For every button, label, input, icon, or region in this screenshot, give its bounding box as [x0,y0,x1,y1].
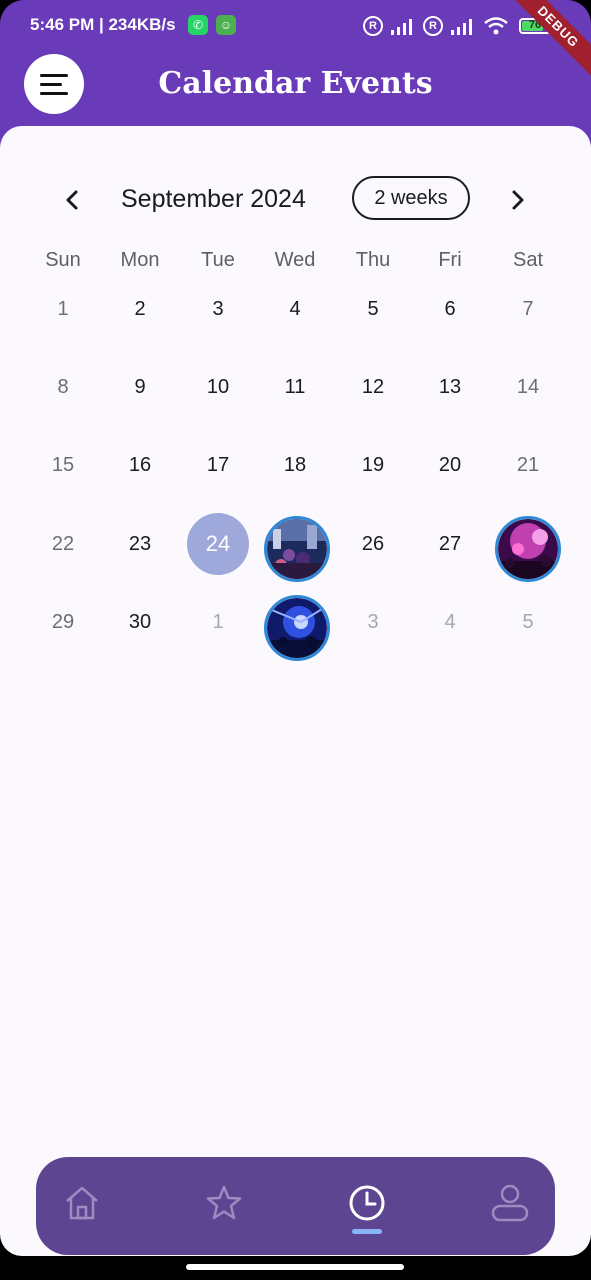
calendar-day[interactable]: 20 [419,434,481,496]
calendar-day[interactable]: 18 [264,434,326,496]
registered-icon-2: R [423,16,443,36]
calendar-day-today[interactable]: 24 [187,513,249,575]
calendar-day-outside[interactable]: 4 [419,591,481,653]
status-time: 5:46 PM | 234KB/s [30,15,176,34]
calendar-day-event[interactable] [495,516,561,582]
screen: 5:46 PM | 234KB/s ✆ ☺ R R 76 DEBUG Calen… [0,0,591,1280]
star-icon [206,1185,242,1220]
calendar-day[interactable]: 29 [32,591,94,653]
calendar-day[interactable]: 19 [342,434,404,496]
whatsapp-icon: ✆ [188,15,208,35]
calendar-day-outside[interactable]: 1 [187,591,249,653]
dow-tue: Tue [201,249,235,271]
page-title: Calendar Events [158,66,433,101]
calendar-day-event[interactable] [264,516,330,582]
format-toggle-button[interactable]: 2 weeks [352,176,470,220]
home-indicator[interactable] [186,1264,404,1270]
calendar-day[interactable]: 12 [342,356,404,418]
chevron-left-icon [66,190,78,210]
calendar-day[interactable]: 15 [32,434,94,496]
calendar-day[interactable]: 17 [187,434,249,496]
calendar-day[interactable]: 5 [342,278,404,340]
calendar-day[interactable]: 22 [32,513,94,575]
calendar-day-outside[interactable]: 5 [497,591,559,653]
calendar-day-outside[interactable]: 3 [342,591,404,653]
calendar-day[interactable]: 10 [187,356,249,418]
calendar-day[interactable]: 6 [419,278,481,340]
nav-home[interactable] [58,1179,106,1227]
dow-wed: Wed [274,249,316,271]
calendar-day[interactable]: 26 [342,513,404,575]
clock-icon [349,1185,385,1221]
app-notification-icon: ☺ [216,15,236,35]
calendar-day[interactable]: 3 [187,278,249,340]
calendar-day[interactable]: 14 [497,356,559,418]
calendar-header: September 2024 2 weeks [0,176,591,224]
month-label: September 2024 [121,185,306,213]
calendar-panel: September 2024 2 weeks Sun Mon Tue Wed T… [0,126,591,1256]
calendar-day[interactable]: 13 [419,356,481,418]
registered-icon: R [363,16,383,36]
dow-thu: Thu [355,249,391,271]
nav-selected-indicator [352,1229,382,1234]
bottom-navigation [36,1157,555,1255]
status-bar: 5:46 PM | 234KB/s ✆ ☺ R R 76 [0,0,591,52]
calendar-day[interactable]: 9 [109,356,171,418]
dow-sun: Sun [45,249,81,271]
previous-month-button[interactable] [56,184,88,216]
calendar-day[interactable]: 16 [109,434,171,496]
calendar-day[interactable]: 27 [419,513,481,575]
event-thumbnail-image [498,519,558,579]
calendar-day[interactable]: 8 [32,356,94,418]
home-icon [66,1186,98,1220]
dow-mon: Mon [120,249,160,271]
chevron-right-icon [512,190,524,210]
calendar-day[interactable]: 30 [109,591,171,653]
signal-icon-2 [451,19,472,35]
event-thumbnail-image [267,519,327,579]
calendar-day[interactable]: 4 [264,278,326,340]
profile-icon [491,1184,529,1222]
dow-sat: Sat [512,249,544,271]
calendar-day[interactable]: 7 [497,278,559,340]
next-month-button[interactable] [502,184,534,216]
status-icons: R R 76 [363,12,551,40]
nav-history[interactable] [343,1179,391,1227]
calendar-day[interactable]: 23 [109,513,171,575]
calendar-day[interactable]: 2 [109,278,171,340]
dow-fri: Fri [438,249,462,271]
wifi-icon [484,17,508,35]
event-thumbnail-image [267,598,327,658]
nav-favorites[interactable] [200,1179,248,1227]
calendar-day[interactable]: 1 [32,278,94,340]
calendar-day-event[interactable] [264,595,330,661]
signal-icon [391,19,412,35]
calendar-day[interactable]: 21 [497,434,559,496]
calendar-day[interactable]: 11 [264,356,326,418]
nav-profile[interactable] [486,1179,534,1227]
